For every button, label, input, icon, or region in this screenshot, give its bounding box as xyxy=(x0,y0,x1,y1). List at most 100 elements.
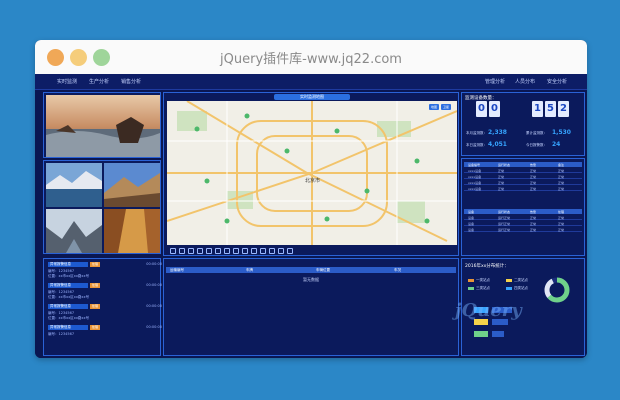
nav-item-realtime[interactable]: 实时监测 xyxy=(57,78,77,85)
counter-digit: 2 xyxy=(558,101,569,117)
monitor-panel: 监测设备数量： 0 0 1 5 2 本月监测数： 2,338 累计监测数： 1,… xyxy=(461,92,585,156)
column-header: 告警 xyxy=(530,162,537,167)
alarm-time: 00:00:00 xyxy=(146,283,162,287)
alarm-location: 位置：xx市xx区xx路xx号 xyxy=(48,316,90,320)
chart-icon[interactable] xyxy=(260,247,266,254)
map-type-button[interactable]: 地图 xyxy=(429,104,439,110)
video-panel-top xyxy=(43,92,161,158)
map-canvas[interactable]: 北京市 地图 卫星 xyxy=(167,101,457,245)
column-header: 处理 xyxy=(558,209,565,214)
nav-item-management[interactable]: 管理分析 xyxy=(485,78,505,85)
counter-digit: 1 xyxy=(532,101,543,117)
video-feed-valley[interactable] xyxy=(46,209,102,253)
table-cell: 正常 xyxy=(530,227,537,232)
nav-item-personnel[interactable]: 人员分布 xyxy=(515,78,535,85)
table-cell: 正常 xyxy=(498,174,505,179)
table-cell: 设备 xyxy=(468,215,475,220)
stat-value: 4,051 xyxy=(488,141,507,148)
video-feed-beach[interactable] xyxy=(46,95,160,157)
alarm-time: 00:00:00 xyxy=(146,325,162,329)
table-row[interactable]: 设备 运行正常 正常 正常 xyxy=(464,215,582,220)
alarm-location: 位置：xx市xx区xx路xx号 xyxy=(48,274,90,278)
table-row[interactable]: 设备 运行正常 正常 正常 xyxy=(464,227,582,232)
map-toolbar xyxy=(167,246,457,255)
transport-table-panel: 运输编号 车牌 车辆位置 车况 暂无数据 xyxy=(163,258,459,356)
column-header: 备注 xyxy=(558,162,565,167)
satellite-type-button[interactable]: 卫星 xyxy=(441,104,451,110)
alarm-icon[interactable] xyxy=(242,247,248,254)
table-row[interactable]: xxxx设备 正常 正常 正常 xyxy=(464,174,582,179)
table-cell: 正常 xyxy=(558,180,565,185)
title-bar: jQuery插件库-www.jq22.com xyxy=(35,40,587,74)
list-item[interactable]: 异常报警信息 处理 00:00:00 编号：1234567 xyxy=(46,324,166,342)
table-row[interactable]: xxxx设备 正常 正常 正常 xyxy=(464,168,582,173)
measure-icon[interactable] xyxy=(197,247,203,254)
legend-swatch xyxy=(506,279,512,282)
handle-button[interactable]: 处理 xyxy=(90,304,100,309)
handle-button[interactable]: 处理 xyxy=(90,283,100,288)
column-header: 运行状态 xyxy=(498,162,511,167)
video-feed-mountain[interactable] xyxy=(104,163,160,207)
table-cell: 正常 xyxy=(530,168,537,173)
zoom-in-icon[interactable] xyxy=(170,247,176,254)
route-icon[interactable] xyxy=(224,247,230,254)
map-roads xyxy=(167,101,457,245)
watermark-logo: jQuery xyxy=(455,300,522,321)
print-icon[interactable] xyxy=(269,247,275,254)
list-item[interactable]: 异常报警信息 处理 00:00:00 编号：1234567 位置：xx市xx区x… xyxy=(46,282,166,300)
legend-label: 四类站点 xyxy=(514,286,528,290)
legend-swatch xyxy=(468,279,474,282)
table-cell: xxxx设备 xyxy=(468,180,482,185)
table-cell: 正常 xyxy=(558,221,565,226)
distribution-title: 2016年xx分布统计： xyxy=(465,264,509,269)
alarm-id: 编号：1234567 xyxy=(48,332,75,336)
map-panel: 实时监测地图 北京市 地图 卫星 xyxy=(163,92,459,256)
table-cell: 正常 xyxy=(558,174,565,179)
car-icon[interactable] xyxy=(251,247,257,254)
table-row[interactable]: xxxx设备 正常 正常 正常 xyxy=(464,186,582,191)
stat-value: 1,530 xyxy=(552,129,571,136)
stat-label: 今日报警数： xyxy=(526,143,547,147)
marker-icon[interactable] xyxy=(215,247,221,254)
video-grid xyxy=(43,160,161,254)
column-header: 车况 xyxy=(394,268,401,272)
table-row[interactable]: xxxx设备 正常 正常 正常 xyxy=(464,180,582,185)
list-item[interactable]: 异常报警信息 处理 00:00:00 编号：1234567 位置：xx市xx区x… xyxy=(46,303,166,321)
layer-icon[interactable] xyxy=(206,247,212,254)
alarm-location: 位置：xx市xx区xx路xx号 xyxy=(48,295,90,299)
table-cell: xxxx设备 xyxy=(468,168,482,173)
nav-item-sales[interactable]: 销售分析 xyxy=(121,78,141,85)
table-cell: 运行正常 xyxy=(498,221,511,226)
zoom-out-icon[interactable] xyxy=(179,247,185,254)
table-header: 设备编号 运行状态 告警 备注 xyxy=(464,162,582,167)
handle-button[interactable]: 处理 xyxy=(90,262,100,267)
fullscreen-icon[interactable] xyxy=(287,247,293,254)
column-header: 设备 xyxy=(468,209,475,214)
alarm-list-panel: 异常报警信息 处理 00:00:00 编号：1234567 位置：xx市xx区x… xyxy=(43,258,162,356)
stat-label: 本月监测数： xyxy=(466,131,487,135)
counter-digit: 0 xyxy=(476,101,487,117)
video-feed-canyon[interactable] xyxy=(104,209,160,253)
stat-value: 24 xyxy=(552,141,561,148)
list-item[interactable]: 异常报警信息 处理 00:00:00 编号：1234567 位置：xx市xx区x… xyxy=(46,261,166,279)
export-icon[interactable] xyxy=(278,247,284,254)
handle-button[interactable]: 处理 xyxy=(90,325,100,330)
column-header: 运输编号 xyxy=(170,268,184,272)
table-cell: 正常 xyxy=(530,174,537,179)
nav-item-safety[interactable]: 安全分析 xyxy=(547,78,567,85)
table-cell: 正常 xyxy=(498,168,505,173)
nav-item-production[interactable]: 生产分析 xyxy=(89,78,109,85)
column-header: 车辆位置 xyxy=(316,268,330,272)
table-cell: 正常 xyxy=(558,168,565,173)
map-title-badge: 实时监测地图 xyxy=(274,94,350,100)
window-title: jQuery插件库-www.jq22.com xyxy=(220,52,402,67)
alarm-tag: 异常报警信息 xyxy=(48,325,88,330)
table-cell: 设备 xyxy=(468,221,475,226)
video-feed-lake[interactable] xyxy=(46,163,102,207)
legend-label: 二类站点 xyxy=(514,278,528,282)
camera-icon[interactable] xyxy=(233,247,239,254)
column-header: 运行状态 xyxy=(498,209,511,214)
pan-icon[interactable] xyxy=(188,247,194,254)
table-row[interactable]: 设备 运行正常 正常 正常 xyxy=(464,221,582,226)
column-header: 车牌 xyxy=(246,268,253,272)
